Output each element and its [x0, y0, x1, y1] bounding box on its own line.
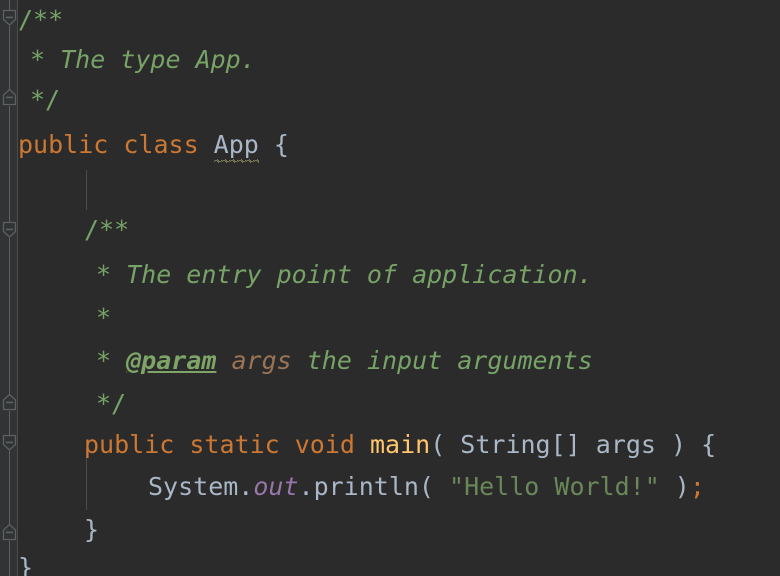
fold-spine	[9, 26, 10, 90]
fold-start-marker-icon[interactable]	[1, 220, 18, 239]
code-token: */	[30, 85, 61, 114]
code-token: * The type App.	[30, 45, 256, 74]
code-token: the input arguments	[291, 346, 593, 375]
code-line[interactable]: }	[18, 548, 33, 576]
fold-start-marker-icon[interactable]	[1, 8, 18, 27]
code-line[interactable]: *	[96, 298, 111, 338]
code-token: ( String[] args ) {	[430, 430, 717, 459]
indent-guide	[86, 170, 87, 210]
code-token: */	[96, 389, 127, 418]
code-editor[interactable]: /** * The type App. */ public class App { /*…	[0, 0, 780, 576]
code-token: /**	[84, 215, 130, 244]
code-token: out	[253, 472, 299, 501]
code-text-area[interactable]: /** * The type App. */ public class App { /*…	[18, 0, 780, 576]
code-line[interactable]: }	[84, 510, 99, 550]
code-line[interactable]: * @param args the input arguments	[96, 341, 593, 381]
code-token: public class	[18, 130, 214, 159]
fold-spine	[9, 106, 10, 222]
code-line[interactable]: /**	[18, 0, 63, 40]
code-token: *	[96, 346, 127, 375]
fold-spine	[9, 451, 10, 525]
code-token: }	[18, 553, 34, 576]
code-token: @param	[126, 346, 217, 375]
code-line[interactable]: public static void main( String[] args )…	[84, 425, 716, 465]
code-token: /**	[18, 5, 64, 34]
code-token: ;	[689, 472, 705, 501]
code-token: }	[84, 515, 100, 544]
code-token: public static void	[84, 430, 370, 459]
fold-spine	[9, 541, 10, 576]
code-token: args	[216, 346, 292, 375]
code-token: * The entry point of application.	[96, 260, 593, 289]
code-token: "Hello World!"	[449, 472, 660, 501]
code-token: System.	[148, 472, 254, 501]
fold-end-marker-icon[interactable]	[1, 523, 18, 542]
fold-end-marker-icon[interactable]	[1, 393, 18, 412]
code-token: main	[369, 430, 431, 459]
code-line[interactable]: * The type App.	[30, 40, 256, 80]
code-line[interactable]: */	[30, 80, 60, 120]
code-line[interactable]: /**	[84, 210, 129, 250]
code-token: {	[258, 130, 289, 159]
code-line[interactable]: public class App {	[18, 125, 289, 165]
code-line[interactable]: System.out.println( "Hello World!" );	[148, 467, 705, 507]
code-token: *	[96, 303, 112, 332]
fold-spine	[9, 238, 10, 395]
code-token: .println(	[298, 472, 450, 501]
code-token: )	[659, 472, 690, 501]
gutter-separator	[17, 0, 18, 576]
code-line[interactable]: */	[96, 384, 126, 424]
fold-start-marker-icon[interactable]	[1, 433, 18, 452]
fold-spine	[9, 411, 10, 435]
fold-end-marker-icon[interactable]	[1, 88, 18, 107]
code-line[interactable]: * The entry point of application.	[96, 255, 593, 295]
code-token-warning: App	[213, 125, 259, 165]
